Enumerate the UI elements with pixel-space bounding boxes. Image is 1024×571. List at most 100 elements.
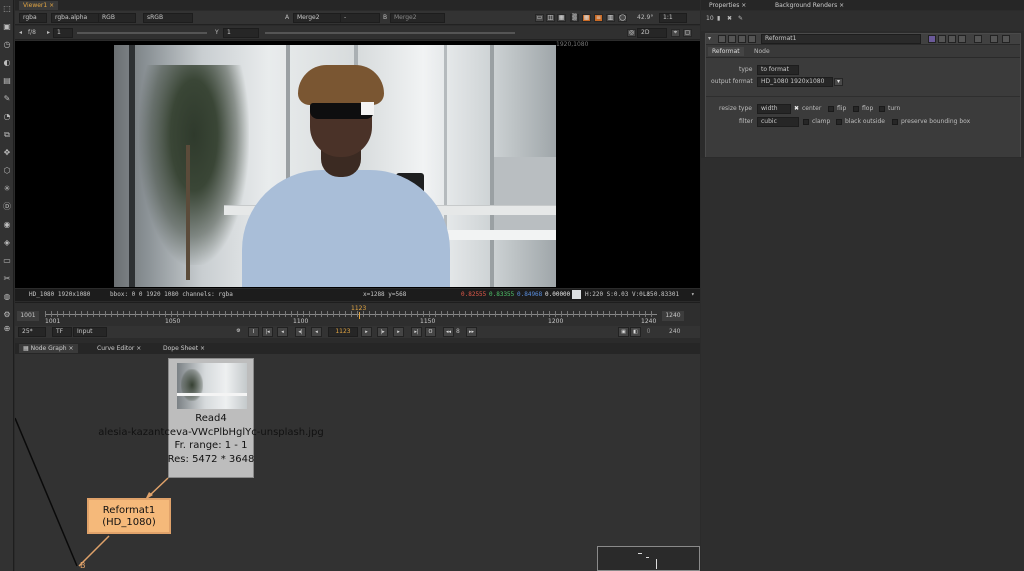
float-panel-icon[interactable]: ✎ bbox=[738, 15, 743, 23]
reload-icon[interactable] bbox=[974, 35, 982, 43]
undo-icon[interactable] bbox=[738, 35, 746, 43]
center-check-icon[interactable]: ✖ bbox=[794, 105, 799, 113]
type-select[interactable]: to format bbox=[757, 65, 799, 75]
revert-icon[interactable] bbox=[938, 35, 946, 43]
tab-node-graph[interactable]: ▦ Node Graph × bbox=[19, 344, 78, 353]
gizmo-icon[interactable]: ⊕ bbox=[2, 324, 12, 334]
alpha-channel-select[interactable]: rgba.alpha bbox=[51, 13, 103, 23]
resize-type-select[interactable]: width bbox=[757, 104, 791, 114]
clipping-icon[interactable]: ◫ bbox=[546, 14, 555, 22]
next-keyframe-button[interactable]: ▸ bbox=[393, 327, 404, 337]
collapse-icon[interactable]: ▾ bbox=[708, 35, 711, 43]
cara-icon[interactable]: ◍ bbox=[2, 292, 12, 302]
3d-icon[interactable]: ⬡ bbox=[2, 166, 12, 176]
frame-step-field[interactable]: 1 bbox=[53, 28, 73, 38]
audio-button[interactable]: ◧ bbox=[630, 327, 641, 337]
gamma-slider[interactable] bbox=[265, 32, 515, 34]
guide-icon[interactable]: ▦ bbox=[557, 14, 566, 22]
black-outside-checkbox[interactable] bbox=[836, 119, 842, 125]
float-icon[interactable] bbox=[948, 35, 956, 43]
fstop-readout[interactable]: f/8 bbox=[28, 29, 36, 37]
fstop-next-icon[interactable]: ▸ bbox=[47, 29, 50, 37]
playhead[interactable] bbox=[359, 312, 360, 319]
flop-checkbox[interactable] bbox=[853, 106, 859, 112]
tab-dope-sheet[interactable]: Dope Sheet × bbox=[159, 344, 209, 353]
node-name-field[interactable]: Reformat1 bbox=[761, 34, 921, 44]
lock-icon[interactable]: ▥ bbox=[606, 14, 615, 22]
input-select[interactable]: Input bbox=[73, 327, 107, 337]
metadata-icon[interactable]: ◈ bbox=[2, 238, 12, 248]
timeline[interactable]: 1001 1001 1050 1100 1150 1200 1240 1123 … bbox=[15, 302, 700, 326]
clear-panels-icon[interactable]: ✖ bbox=[727, 15, 732, 23]
node-color-icon[interactable] bbox=[718, 35, 726, 43]
pointer-icon[interactable]: ⬚ bbox=[2, 4, 12, 14]
close-icon[interactable]: × bbox=[69, 345, 74, 352]
gamma-field[interactable]: 1 bbox=[223, 28, 259, 38]
out-point-button[interactable]: O bbox=[425, 327, 436, 337]
lock-range-icon[interactable]: ▯ bbox=[643, 327, 654, 337]
tab-curve-editor[interactable]: Curve Editor × bbox=[93, 344, 145, 353]
wipe-icon[interactable]: ▢ bbox=[683, 29, 692, 37]
clamp-checkbox[interactable] bbox=[803, 119, 809, 125]
close-icon[interactable]: × bbox=[741, 2, 746, 9]
roi-icon[interactable]: ▭ bbox=[535, 14, 544, 22]
close-icon[interactable]: × bbox=[136, 345, 141, 352]
compare-op-select[interactable]: - bbox=[340, 13, 380, 23]
draw-icon[interactable]: ✎ bbox=[2, 94, 12, 104]
close-icon[interactable]: × bbox=[200, 345, 205, 352]
particles-icon[interactable]: ✳ bbox=[2, 184, 12, 194]
current-frame-field[interactable]: 1123 bbox=[328, 327, 358, 337]
turn-checkbox[interactable] bbox=[879, 106, 885, 112]
close-icon[interactable]: × bbox=[839, 2, 844, 9]
prev-keyframe-button[interactable]: ◂ bbox=[277, 327, 288, 337]
color-mode-select[interactable]: RGB bbox=[98, 13, 136, 23]
flipbook-button[interactable]: ▣ bbox=[618, 327, 629, 337]
node-color2-icon[interactable] bbox=[728, 35, 736, 43]
filter-select[interactable]: cubic bbox=[757, 117, 799, 127]
increment-back-button[interactable]: ◂◂ bbox=[443, 327, 454, 337]
camera-icon[interactable]: ◎ bbox=[627, 29, 636, 37]
tab-background-renders[interactable]: Background Renders × bbox=[771, 1, 848, 10]
fps-select[interactable]: 25* bbox=[18, 327, 46, 337]
transform-icon[interactable]: ✥ bbox=[2, 148, 12, 158]
flip-checkbox[interactable] bbox=[828, 106, 834, 112]
in-point-button[interactable]: I bbox=[248, 327, 259, 337]
panel-close-icon[interactable] bbox=[1002, 35, 1010, 43]
increment-field[interactable]: 8 bbox=[456, 328, 460, 336]
views-icon[interactable]: ◉ bbox=[2, 220, 12, 230]
help-icon[interactable] bbox=[928, 35, 936, 43]
zoom-readout[interactable]: 42.9° bbox=[637, 14, 653, 22]
output-format-select[interactable]: HD_1080 1920x1080 bbox=[757, 77, 833, 87]
first-frame-button[interactable]: |◂ bbox=[262, 327, 273, 337]
cache-icon[interactable]: ≡ bbox=[594, 14, 603, 22]
format-menu-icon[interactable]: ▾ bbox=[834, 78, 843, 86]
other-icon[interactable]: ✂ bbox=[2, 274, 12, 284]
merge-icon[interactable]: ⧉ bbox=[2, 130, 12, 140]
pause-icon[interactable]: ◯ bbox=[618, 14, 627, 22]
view-options-icon[interactable]: ⌖ bbox=[671, 29, 680, 37]
current-frame-marker[interactable]: 1123 bbox=[351, 305, 366, 312]
increment-forward-button[interactable]: ▸▸ bbox=[466, 327, 477, 337]
overlay-icon[interactable]: ▒ bbox=[570, 14, 579, 22]
lock-panel-icon[interactable]: ▮ bbox=[717, 15, 720, 23]
deep-icon[interactable]: Ⓓ bbox=[2, 202, 12, 212]
tab-reformat[interactable]: Reformat bbox=[708, 47, 744, 56]
proxy-icon[interactable]: ▦ bbox=[582, 14, 591, 22]
time-icon[interactable]: ◔ bbox=[2, 112, 12, 122]
color-icon[interactable]: ◐ bbox=[2, 58, 12, 68]
prev-increment-button[interactable]: ◂| bbox=[295, 327, 306, 337]
max-panels-field[interactable]: 10 bbox=[706, 15, 714, 23]
panel-float-icon[interactable] bbox=[990, 35, 998, 43]
redo-icon[interactable] bbox=[748, 35, 756, 43]
close-icon[interactable]: × bbox=[49, 2, 54, 9]
toolsets-icon[interactable]: ▭ bbox=[2, 256, 12, 266]
settings-icon[interactable]: ⚙ bbox=[2, 310, 12, 320]
fstop-arrow-icon[interactable]: ◂ bbox=[19, 29, 22, 37]
start-frame[interactable]: 1001 bbox=[17, 311, 39, 321]
ratio-select[interactable]: 1:1 bbox=[659, 13, 687, 23]
tf-select[interactable]: TF bbox=[52, 327, 72, 337]
tab-viewer1[interactable]: Viewer1 × bbox=[19, 1, 59, 10]
tab-node[interactable]: Node bbox=[750, 47, 774, 56]
image-icon[interactable]: ▣ bbox=[2, 22, 12, 32]
tab-properties[interactable]: Properties × bbox=[705, 1, 750, 10]
